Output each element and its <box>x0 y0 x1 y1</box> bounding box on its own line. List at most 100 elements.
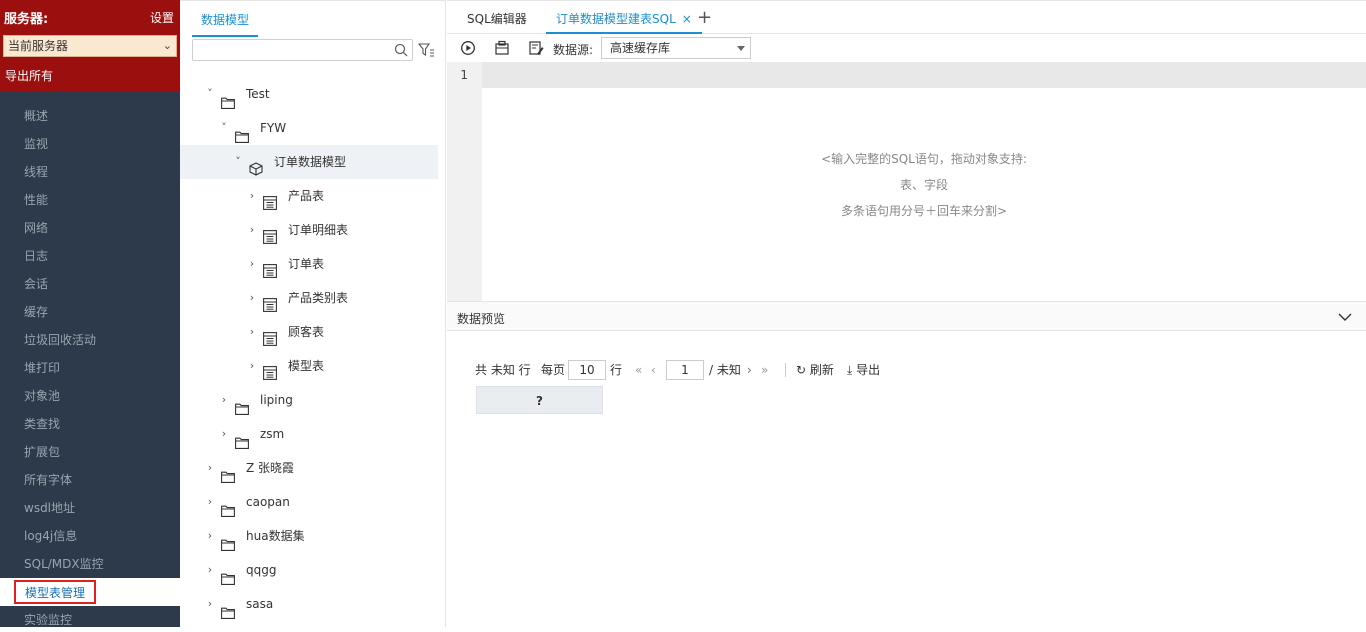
tree-node[interactable]: › sasa <box>180 587 438 621</box>
sidebar-item-extensions[interactable]: 扩展包 <box>0 438 180 466</box>
tree-node[interactable]: ˅ Test <box>180 77 438 111</box>
add-tab-button[interactable]: + <box>697 7 712 28</box>
sidebar-item-wsdl[interactable]: wsdl地址 <box>0 494 180 522</box>
sidebar-item-sql-mdx[interactable]: SQL/MDX监控 <box>0 550 180 578</box>
sidebar-item-gc[interactable]: 垃圾回收活动 <box>0 326 180 354</box>
sidebar-item-object-pool[interactable]: 对象池 <box>0 382 180 410</box>
chevron-right-icon[interactable]: › <box>219 417 229 451</box>
chevron-right-icon[interactable]: › <box>247 281 257 315</box>
tab-sql-editor[interactable]: SQL编辑器 <box>457 2 537 34</box>
folder-icon <box>221 462 235 483</box>
chevron-down-icon[interactable]: ˅ <box>219 111 229 145</box>
page-total-text: / 未知 <box>709 363 741 377</box>
sidebar-item-performance[interactable]: 性能 <box>0 186 180 214</box>
tree-node[interactable]: › 产品类别表 <box>180 281 438 315</box>
tree-node-label: 顾客表 <box>288 325 325 339</box>
format-icon[interactable] <box>528 40 544 56</box>
tree-node[interactable]: › hua数据集 <box>180 519 438 553</box>
chevron-right-icon[interactable]: › <box>205 451 215 485</box>
chevron-right-icon[interactable]: › <box>205 553 215 587</box>
tree-node-label: qqgg <box>246 563 277 577</box>
refresh-icon: ↻ <box>796 363 807 377</box>
server-select[interactable]: 当前服务器 ⌄ <box>3 35 177 57</box>
settings-link[interactable]: 设置 <box>150 9 174 26</box>
tree-node-label: Z 张晓霞 <box>246 461 295 475</box>
chevron-right-icon[interactable]: › <box>247 213 257 247</box>
sidebar-item-overview[interactable]: 概述 <box>0 102 180 130</box>
tree-node[interactable]: › Z 张晓霞 <box>180 451 438 485</box>
tree-node[interactable]: › 订单明细表 <box>180 213 438 247</box>
refresh-label: 刷新 <box>809 363 834 377</box>
tree-node[interactable]: › 产品表 <box>180 179 438 213</box>
close-icon[interactable]: × <box>682 12 692 26</box>
tab-model-ddl-sql[interactable]: 订单数据模型建表SQL × <box>546 2 702 34</box>
chevron-right-icon[interactable]: › <box>247 179 257 213</box>
sidebar-item-monitor[interactable]: 监视 <box>0 130 180 158</box>
chevron-right-icon[interactable]: › <box>205 587 215 621</box>
sidebar-item-fonts[interactable]: 所有字体 <box>0 466 180 494</box>
clipboard-icon[interactable] <box>494 40 510 56</box>
search-icon[interactable] <box>394 43 408 57</box>
first-page-icon[interactable]: « <box>635 359 642 381</box>
table-icon <box>263 257 277 278</box>
tree-node[interactable]: › 顾客表 <box>180 315 438 349</box>
sidebar-item-logs[interactable]: 日志 <box>0 242 180 270</box>
sidebar-item-heap-dump[interactable]: 堆打印 <box>0 354 180 382</box>
tab-label: 订单数据模型建表SQL <box>556 12 676 26</box>
sidebar-item-sessions[interactable]: 会话 <box>0 270 180 298</box>
tree-node-label: zsm <box>260 427 285 441</box>
tree-node-label: caopan <box>246 495 290 509</box>
chevron-down-icon: ⌄ <box>162 39 172 52</box>
server-header: 服务器: 设置 当前服务器 ⌄ 导出所有 <box>0 0 180 92</box>
chevron-right-icon[interactable]: › <box>247 247 257 281</box>
tree-node[interactable]: ˅ 订单数据模型 <box>180 145 438 179</box>
sidebar-item-model-tables[interactable]: 模型表管理 <box>0 578 180 606</box>
sidebar-item-experiment[interactable]: 实验监控 <box>0 606 180 627</box>
refresh-button[interactable]: ↻ 刷新 <box>796 359 834 381</box>
tree-node[interactable]: › caopan <box>180 485 438 519</box>
chevron-down-icon[interactable]: ˅ <box>205 77 215 111</box>
tree-node[interactable]: › 订单表 <box>180 247 438 281</box>
tree-node[interactable]: › liping <box>180 383 438 417</box>
tree-node[interactable]: › qqgg <box>180 553 438 587</box>
page-number-input[interactable]: 1 <box>666 360 704 380</box>
sidebar-item-class-lookup[interactable]: 类查找 <box>0 410 180 438</box>
chevron-right-icon[interactable]: › <box>219 383 229 417</box>
tree-node[interactable]: › zsm <box>180 417 438 451</box>
data-preview-header[interactable]: 数据预览 <box>447 301 1366 331</box>
sidebar-item-log4j[interactable]: log4j信息 <box>0 522 180 550</box>
table-icon <box>263 291 277 312</box>
export-button[interactable]: ⤓ 导出 <box>847 359 880 381</box>
table-icon <box>263 189 277 210</box>
sql-code-input[interactable]: 1 <输入完整的SQL语句，拖动对象支持: 表、字段 多条语句用分号＋回车来分割… <box>447 62 1366 301</box>
server-select-value: 当前服务器 <box>8 39 69 53</box>
datasource-select[interactable]: 高速缓存库 <box>601 37 751 59</box>
chevron-right-icon[interactable]: › <box>247 349 257 383</box>
cube-icon <box>249 155 263 176</box>
run-icon[interactable] <box>460 40 476 56</box>
prev-page-icon[interactable]: ‹ <box>651 359 656 381</box>
folder-icon <box>221 496 235 517</box>
sidebar-item-network[interactable]: 网络 <box>0 214 180 242</box>
page-size-input[interactable]: 10 <box>568 360 606 380</box>
tree-search-input[interactable] <box>192 39 413 61</box>
sidebar-item-threads[interactable]: 线程 <box>0 158 180 186</box>
chevron-down-icon[interactable] <box>1338 310 1352 324</box>
filter-icon[interactable] <box>418 42 434 58</box>
tree-node[interactable]: › 模型表 <box>180 349 438 383</box>
tree-node-label: hua数据集 <box>246 529 305 543</box>
tree-node-label: liping <box>260 393 293 407</box>
chevron-right-icon[interactable]: › <box>205 485 215 519</box>
chevron-right-icon[interactable]: › <box>205 519 215 553</box>
last-page-icon[interactable]: » <box>761 359 768 381</box>
tree-node[interactable]: ˅ FYW <box>180 111 438 145</box>
next-page-icon[interactable]: › <box>747 359 752 381</box>
chevron-right-icon[interactable]: › <box>247 315 257 349</box>
chevron-down-icon[interactable]: ˅ <box>233 145 243 179</box>
sidebar-item-cache[interactable]: 缓存 <box>0 298 180 326</box>
editor-hint-line: <输入完整的SQL语句，拖动对象支持: <box>821 152 1027 166</box>
tab-data-model[interactable]: 数据模型 <box>192 3 259 37</box>
editor-tabbar: SQL编辑器 订单数据模型建表SQL × + <box>447 1 1366 34</box>
export-all-link[interactable]: 导出所有 <box>5 67 53 84</box>
tree-node-label: 产品表 <box>288 189 325 203</box>
